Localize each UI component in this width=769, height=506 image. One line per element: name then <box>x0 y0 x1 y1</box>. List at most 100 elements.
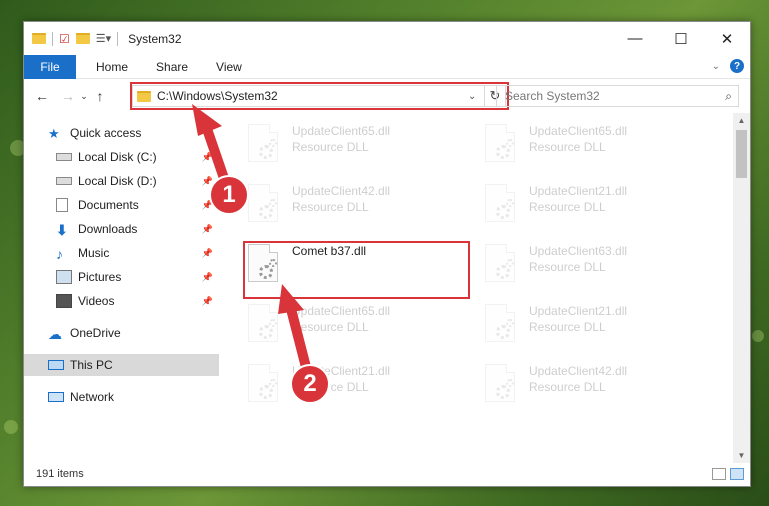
dll-file-icon <box>485 364 515 402</box>
dll-file-icon <box>248 124 278 162</box>
dll-file-icon <box>485 244 515 282</box>
file-name: UpdateClient63.dll <box>529 244 628 258</box>
sidebar-item-music[interactable]: ♪ Music 📌 <box>24 242 219 264</box>
expand-ribbon-icon[interactable]: ⌄ <box>712 61 720 72</box>
file-name: UpdateClient21.dll <box>529 184 628 198</box>
file-item[interactable]: UpdateClient21.dll Resource DLL <box>481 299 706 349</box>
details-view-icon[interactable] <box>712 468 726 480</box>
quick-access-toolbar: ☑ ☰▾ <box>32 31 111 46</box>
videos-icon <box>56 294 72 308</box>
up-arrow-icon[interactable]: ↑ <box>90 88 110 104</box>
drive-icon <box>56 153 72 161</box>
sidebar-item-quick-access[interactable]: ★ Quick access <box>24 122 219 144</box>
sidebar-item-label: Downloads <box>78 222 138 236</box>
sidebar-item-label: OneDrive <box>70 326 121 340</box>
music-icon: ♪ <box>56 246 63 262</box>
dll-file-icon <box>485 184 515 222</box>
step-1-badge: 1 <box>209 175 249 215</box>
explorer-window: ☑ ☰▾ System32 — ☐ ✕ File Home Share View… <box>23 21 751 487</box>
new-folder-icon[interactable] <box>75 33 90 44</box>
dll-file-icon <box>485 124 515 162</box>
dll-file-icon <box>485 304 515 342</box>
navigation-bar: ← → ⌄ ↑ C:\Windows\System32 ⌄ ↻ Search S… <box>24 79 750 113</box>
close-button[interactable]: ✕ <box>704 22 750 55</box>
sidebar-item-label: Local Disk (D:) <box>78 174 157 188</box>
navigation-pane: ★ Quick access Local Disk (C:) 📌 Local D… <box>24 118 219 453</box>
sidebar-item-documents[interactable]: Documents 📌 <box>24 194 219 216</box>
sidebar-item-onedrive[interactable]: ☁ OneDrive <box>24 322 219 344</box>
file-name: UpdateClient42.dll <box>292 184 391 198</box>
pin-icon[interactable]: 📌 <box>202 152 213 163</box>
sidebar-item-label: Quick access <box>70 126 142 140</box>
file-type: Resource DLL <box>529 140 606 154</box>
ribbon-tabs: File Home Share View ⌄ ? <box>24 54 750 79</box>
pin-icon[interactable]: 📌 <box>202 272 213 283</box>
sidebar-item-label: Videos <box>78 294 115 308</box>
file-type: Resource DLL <box>292 200 369 214</box>
view-toggle <box>712 468 744 480</box>
back-arrow-icon[interactable]: ← <box>32 88 52 104</box>
background-bokeh <box>752 330 764 342</box>
minimize-button[interactable]: — <box>612 22 658 55</box>
file-item[interactable]: UpdateClient65.dll Resource DLL <box>244 299 469 349</box>
sidebar-item-videos[interactable]: Videos 📌 <box>24 290 219 312</box>
help-icon[interactable]: ? <box>730 59 744 73</box>
file-type: Resource DLL <box>529 320 606 334</box>
sidebar-item-this-pc[interactable]: This PC <box>24 354 219 376</box>
file-item[interactable]: UpdateClient63.dll Resource DLL <box>481 239 706 289</box>
dll-file-icon <box>248 184 278 222</box>
file-item[interactable]: UpdateClient65.dll Resource DLL <box>481 119 706 169</box>
pin-icon[interactable]: 📌 <box>202 248 213 259</box>
search-placeholder: Search System32 <box>505 89 600 103</box>
window-title: System32 <box>128 31 182 46</box>
scroll-down-icon[interactable]: ▼ <box>733 451 750 460</box>
file-item[interactable]: UpdateClient65.dll Resource DLL <box>244 119 469 169</box>
sidebar-item-downloads[interactable]: ⬇ Downloads 📌 <box>24 218 219 240</box>
recent-locations-icon[interactable]: ⌄ <box>78 91 90 102</box>
forward-arrow-icon[interactable]: → <box>58 88 78 104</box>
background-bokeh <box>4 420 18 434</box>
download-icon: ⬇ <box>56 222 68 238</box>
vertical-scrollbar[interactable]: ▲ ▼ <box>733 113 750 463</box>
tab-home[interactable]: Home <box>82 60 142 74</box>
scroll-up-icon[interactable]: ▲ <box>733 116 750 125</box>
sidebar-item-label: Pictures <box>78 270 122 284</box>
customize-qat-icon[interactable]: ☰▾ <box>96 32 111 45</box>
file-name: UpdateClient42.dll <box>529 364 628 378</box>
drive-icon <box>56 177 72 185</box>
scrollbar-thumb[interactable] <box>736 130 747 178</box>
properties-icon[interactable]: ☑ <box>59 32 70 46</box>
item-count: 191 items <box>36 468 84 480</box>
sidebar-item-pictures[interactable]: Pictures 📌 <box>24 266 219 288</box>
file-type: Resource DLL <box>529 380 606 394</box>
status-bar: 191 items <box>24 462 750 486</box>
sidebar-item-local-disk-c[interactable]: Local Disk (C:) 📌 <box>24 146 219 168</box>
cloud-icon: ☁ <box>48 326 62 342</box>
file-highlight-box <box>243 241 470 299</box>
tab-view[interactable]: View <box>202 60 256 74</box>
file-item[interactable]: UpdateClient42.dll Resource DLL <box>244 179 469 229</box>
dll-file-icon <box>248 364 278 402</box>
step-2-badge: 2 <box>290 364 330 404</box>
pictures-icon <box>56 270 72 284</box>
large-icons-view-icon[interactable] <box>730 468 744 480</box>
search-input[interactable]: Search System32 ⌕ <box>496 85 739 107</box>
maximize-button[interactable]: ☐ <box>658 22 704 55</box>
sidebar-item-network[interactable]: Network <box>24 386 219 408</box>
address-highlight-box <box>130 82 509 110</box>
file-name: UpdateClient65.dll <box>292 124 391 138</box>
computer-icon <box>48 360 64 370</box>
file-type: Resource DLL <box>292 320 369 334</box>
file-item[interactable]: UpdateClient42.dll Resource DLL <box>481 359 706 409</box>
file-item[interactable]: UpdateClient21.dll Resource DLL <box>244 359 469 409</box>
sidebar-item-label: Local Disk (C:) <box>78 150 157 164</box>
divider <box>117 31 119 46</box>
tab-file[interactable]: File <box>24 54 76 79</box>
pin-icon[interactable]: 📌 <box>202 296 213 307</box>
sidebar-item-local-disk-d[interactable]: Local Disk (D:) 📌 <box>24 170 219 192</box>
pin-icon[interactable]: 📌 <box>202 224 213 235</box>
search-icon[interactable]: ⌕ <box>725 89 732 104</box>
sidebar-item-label: Music <box>78 246 110 260</box>
file-item[interactable]: UpdateClient21.dll Resource DLL <box>481 179 706 229</box>
tab-share[interactable]: Share <box>142 60 202 74</box>
